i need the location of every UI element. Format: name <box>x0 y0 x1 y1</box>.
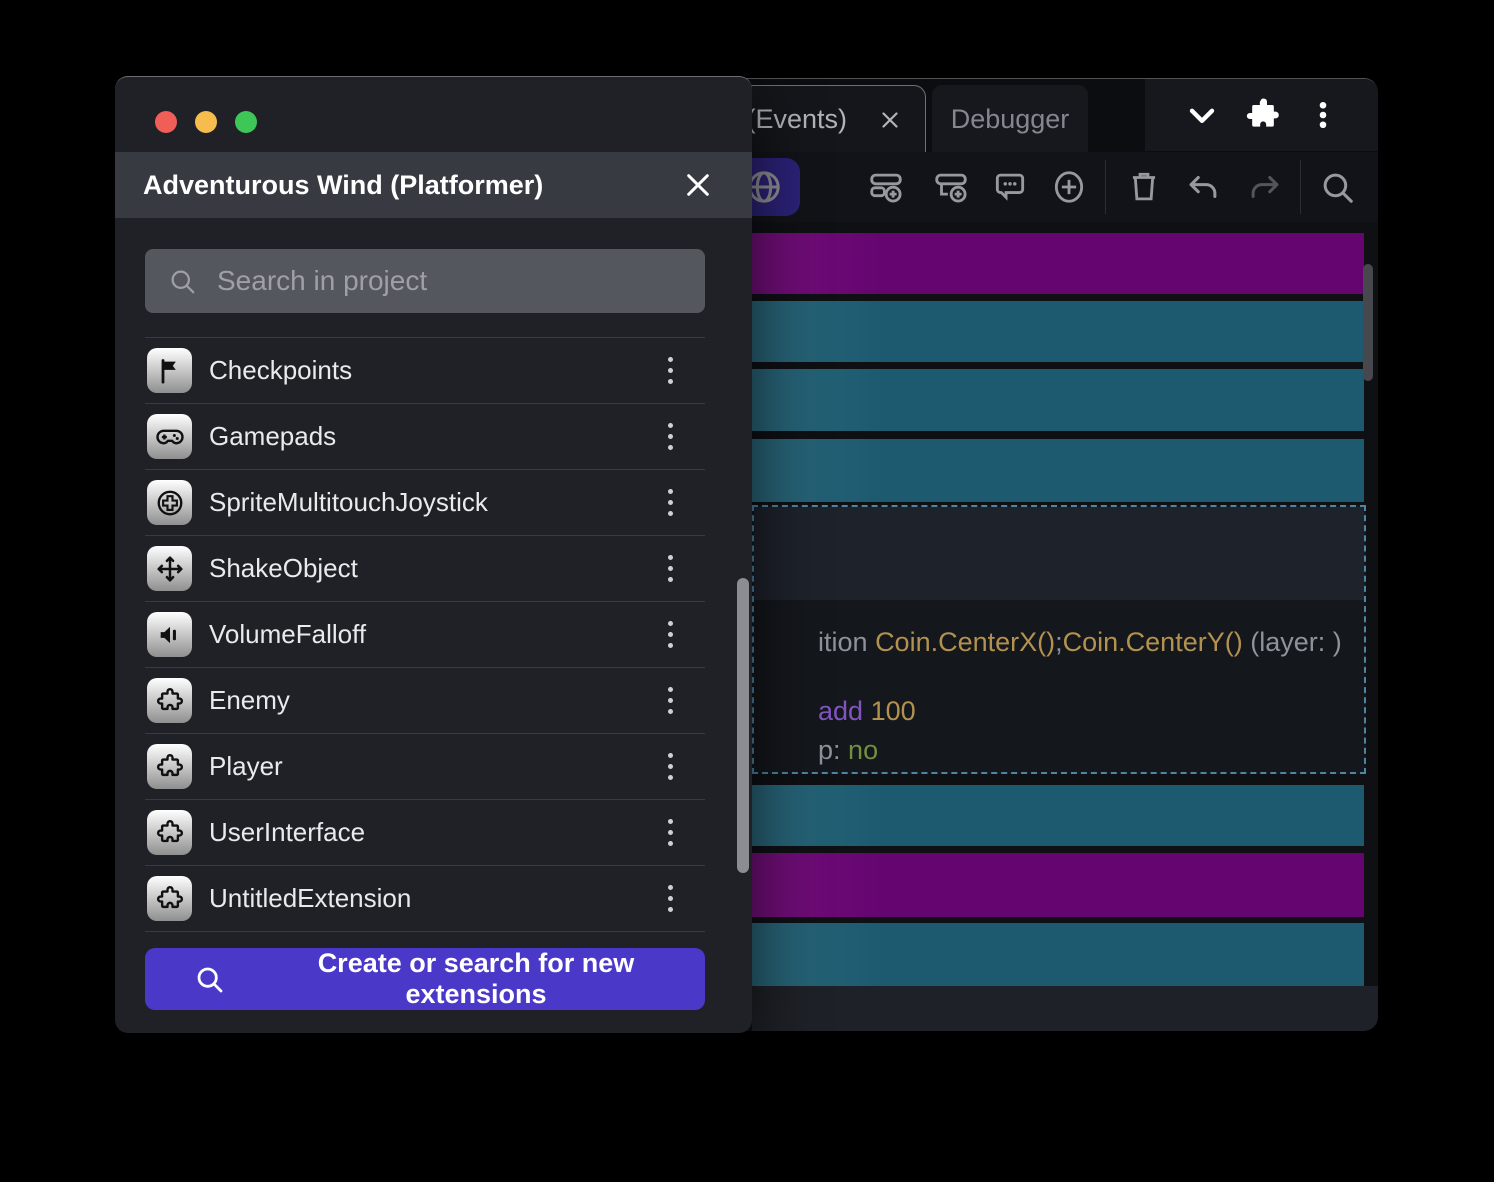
events-scrollbar[interactable] <box>1363 264 1373 381</box>
volume-icon <box>147 612 192 657</box>
code-text: ition <box>818 627 875 657</box>
event-row-condition[interactable] <box>752 369 1364 431</box>
list-item-untitledextension[interactable]: UntitledExtension <box>145 865 705 931</box>
code-expression: Coin.CenterX() <box>875 627 1055 657</box>
kebab-menu-icon[interactable] <box>657 881 683 917</box>
list-item-gamepads[interactable]: Gamepads <box>145 403 705 469</box>
add-comment-icon[interactable] <box>991 168 1029 206</box>
create-extension-button-label: Create or search for new extensions <box>253 948 699 1010</box>
selected-event-block[interactable]: ition Coin.CenterX();Coin.CenterY() (lay… <box>752 505 1366 774</box>
puzzle-icon <box>147 678 192 723</box>
toolbar-divider <box>1300 160 1301 214</box>
list-item-player[interactable]: Player <box>145 733 705 799</box>
undo-icon[interactable] <box>1184 168 1222 206</box>
tab-debugger-label: Debugger <box>951 104 1070 135</box>
list-item-shakeobject[interactable]: ShakeObject <box>145 535 705 601</box>
tab-debugger[interactable]: Debugger <box>932 85 1088 153</box>
screen: (Events) Debugger <box>0 0 1494 1182</box>
extension-name: UntitledExtension <box>209 883 411 914</box>
kebab-menu-icon[interactable] <box>657 683 683 719</box>
extension-name: SpriteMultitouchJoystick <box>209 487 488 518</box>
add-circle-icon[interactable] <box>1050 168 1088 206</box>
code-text: ; <box>1055 627 1063 657</box>
puzzle-icon <box>147 810 192 855</box>
event-row-action[interactable] <box>752 853 1364 917</box>
puzzle-icon <box>147 876 192 921</box>
tab-events-label: (Events) <box>746 104 847 135</box>
events-sheet-footer <box>752 986 1378 1031</box>
extensions-list: Checkpoints Gamepads SpriteMultitouchJoy… <box>145 337 705 932</box>
close-icon[interactable] <box>682 169 714 201</box>
kebab-menu-icon[interactable] <box>1305 95 1341 135</box>
selected-event-condition-area <box>754 507 1364 600</box>
modal-scrollbar[interactable] <box>737 578 749 873</box>
event-row-action[interactable] <box>752 233 1364 294</box>
macos-zoom-button[interactable] <box>235 111 257 133</box>
tab-close-icon[interactable] <box>877 107 903 133</box>
add-subevent-icon[interactable] <box>932 168 970 206</box>
extension-name: Gamepads <box>209 421 336 452</box>
list-item-enemy[interactable]: Enemy <box>145 667 705 733</box>
extension-name: Enemy <box>209 685 290 716</box>
trash-icon[interactable] <box>1125 168 1163 206</box>
search-input[interactable] <box>215 264 659 298</box>
code-text: (layer: ) <box>1243 627 1342 657</box>
event-action-line: p: no <box>758 704 878 797</box>
modal-header: Adventurous Wind (Platformer) <box>115 152 752 218</box>
move-arrows-icon <box>147 546 192 591</box>
project-title: Adventurous Wind (Platformer) <box>143 170 543 201</box>
project-manager-modal: Adventurous Wind (Platformer) Checkpoint… <box>115 76 752 1033</box>
code-expression: Coin.CenterY() <box>1063 627 1243 657</box>
search-icon <box>167 266 197 296</box>
kebab-menu-icon[interactable] <box>657 749 683 785</box>
event-row-condition[interactable] <box>752 923 1364 986</box>
list-item-userinterface[interactable]: UserInterface <box>145 799 705 865</box>
extension-name: VolumeFalloff <box>209 619 366 650</box>
code-boolean: no <box>841 735 879 765</box>
list-item-sprite-multitouch-joystick[interactable]: SpriteMultitouchJoystick <box>145 469 705 535</box>
chevron-down-icon[interactable] <box>1182 95 1222 135</box>
kebab-menu-icon[interactable] <box>657 353 683 389</box>
redo-icon[interactable] <box>1246 168 1284 206</box>
puzzle-icon <box>147 744 192 789</box>
search-events-icon[interactable] <box>1318 168 1356 206</box>
kebab-menu-icon[interactable] <box>657 419 683 455</box>
extension-name: Checkpoints <box>209 355 352 386</box>
event-row-condition[interactable] <box>752 785 1364 846</box>
create-extension-button[interactable]: Create or search for new extensions <box>145 948 705 1010</box>
add-event-icon[interactable] <box>867 168 905 206</box>
list-item-volumefalloff[interactable]: VolumeFalloff <box>145 601 705 667</box>
gamepad-icon <box>147 414 192 459</box>
macos-close-button[interactable] <box>155 111 177 133</box>
extension-name: UserInterface <box>209 817 365 848</box>
kebab-menu-icon[interactable] <box>657 815 683 851</box>
kebab-menu-icon[interactable] <box>657 617 683 653</box>
flag-icon <box>147 348 192 393</box>
list-item-checkpoints[interactable]: Checkpoints <box>145 337 705 403</box>
extension-name: ShakeObject <box>209 553 358 584</box>
project-search-field[interactable] <box>145 249 705 313</box>
joystick-icon <box>147 480 192 525</box>
kebab-menu-icon[interactable] <box>657 485 683 521</box>
search-icon <box>193 963 225 995</box>
toolbar-divider <box>1105 160 1106 214</box>
window-controls-panel <box>1145 79 1378 151</box>
event-row-condition[interactable] <box>752 301 1364 362</box>
macos-minimize-button[interactable] <box>195 111 217 133</box>
kebab-menu-icon[interactable] <box>657 551 683 587</box>
extensions-puzzle-icon[interactable] <box>1243 95 1283 135</box>
extension-name: Player <box>209 751 283 782</box>
code-text: p: <box>818 735 841 765</box>
event-row-condition[interactable] <box>752 439 1364 502</box>
